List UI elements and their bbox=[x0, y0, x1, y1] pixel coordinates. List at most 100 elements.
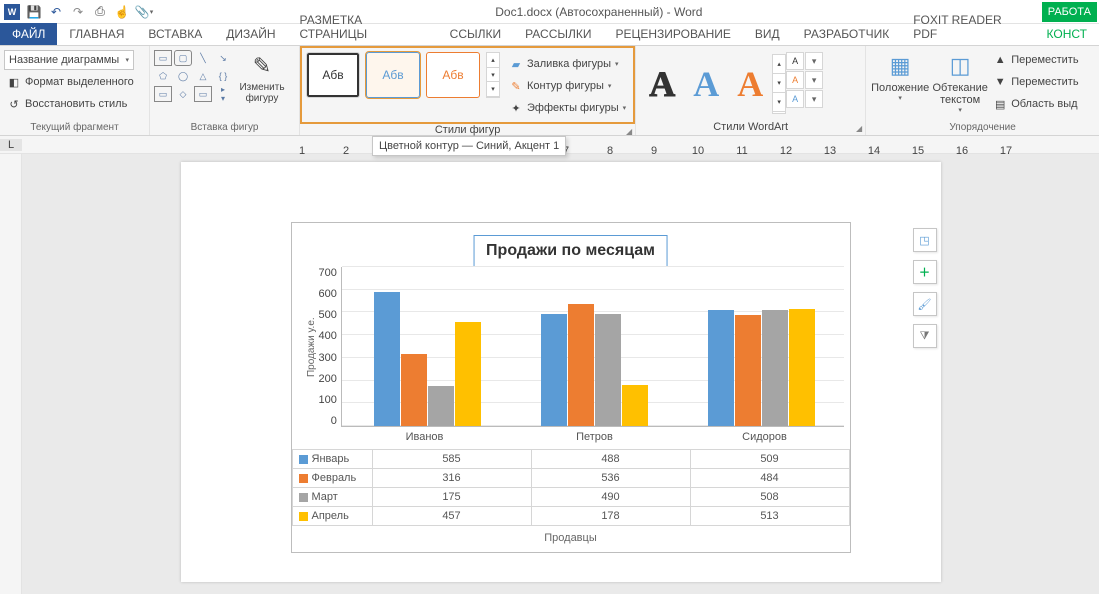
quick-access-toolbar: W 💾 ↶ ↷ ⎙ ☝ 📎▾ bbox=[0, 4, 156, 20]
legend-swatch bbox=[299, 455, 308, 464]
ribbon-tabs: ФАЙЛ ГЛАВНАЯ ВСТАВКА ДИЗАЙН РАЗМЕТКА СТР… bbox=[0, 24, 1099, 46]
send-backward-icon: ▼ bbox=[993, 75, 1007, 89]
chart-styles-button[interactable]: 🖌 bbox=[913, 292, 937, 316]
layout-options-button[interactable]: ◳ bbox=[913, 228, 937, 252]
group-wordart-styles: A A A ▴▾▾ A▾ A▾ A▾ Стили WordArt◢ bbox=[636, 46, 866, 135]
tab-home[interactable]: ГЛАВНАЯ bbox=[57, 23, 136, 45]
chart-element-selector[interactable]: Название диаграммы▾ bbox=[4, 50, 134, 70]
group-insert-shapes: ▭▢╲↘ ⬠◯△{ } ▭◇▭▸▾ ✎ Изменить фигуру Вста… bbox=[150, 46, 300, 135]
group-label: Вставка фигур bbox=[150, 122, 299, 135]
page-area[interactable]: Продажи по месяцам Продажи у.е. 70060050… bbox=[22, 154, 1099, 594]
text-effects-icon[interactable]: A bbox=[786, 90, 804, 108]
shape-gallery[interactable]: ▭▢╲↘ ⬠◯△{ } ▭◇▭▸▾ bbox=[154, 48, 232, 102]
shape-style-preset-3[interactable]: Абв bbox=[426, 52, 480, 98]
text-fill-icon[interactable]: A bbox=[786, 52, 804, 70]
dialog-launcher-icon[interactable]: ◢ bbox=[626, 127, 632, 136]
format-selection-icon: ◧ bbox=[7, 75, 21, 89]
brush-icon: 🖌 bbox=[918, 298, 932, 311]
selector-value: Название диаграммы bbox=[9, 54, 119, 66]
selection-pane-icon: ▤ bbox=[993, 97, 1007, 111]
shape-style-preset-2[interactable]: Абв bbox=[366, 52, 420, 98]
shape-effects-button[interactable]: ✦Эффекты фигуры▾ bbox=[506, 98, 629, 118]
redo-icon[interactable]: ↷ bbox=[70, 4, 86, 20]
chart-object[interactable]: Продажи по месяцам Продажи у.е. 70060050… bbox=[291, 222, 851, 553]
ribbon: Название диаграммы▾ ◧ Формат выделенного… bbox=[0, 46, 1099, 136]
legend-swatch bbox=[299, 512, 308, 521]
change-shape-button[interactable]: ✎ Изменить фигуру bbox=[232, 48, 292, 106]
x-axis-labels: ИвановПетровСидоров bbox=[340, 427, 850, 447]
bar bbox=[541, 314, 567, 426]
chart-filters-button[interactable]: ⧩ bbox=[913, 324, 937, 348]
attach-icon[interactable]: 📎▾ bbox=[136, 4, 152, 20]
shape-fill-icon: ▰ bbox=[509, 57, 523, 71]
change-shape-icon: ✎ bbox=[246, 50, 278, 82]
bar bbox=[595, 314, 621, 426]
plot-area bbox=[341, 267, 844, 427]
word-app-icon: W bbox=[4, 4, 20, 20]
horizontal-ruler[interactable]: L Цветной контур — Синий, Акцент 1 12345… bbox=[0, 136, 1099, 154]
shape-outline-button[interactable]: ✎Контур фигуры▾ bbox=[506, 76, 629, 96]
wordart-preset-3[interactable]: A bbox=[728, 63, 772, 105]
format-selection-button[interactable]: ◧ Формат выделенного bbox=[4, 72, 145, 92]
chart-title[interactable]: Продажи по месяцам bbox=[473, 235, 668, 267]
layout-options-icon: ◳ bbox=[919, 234, 929, 247]
style-gallery-scroll[interactable]: ▴▾▾ bbox=[486, 52, 500, 98]
document-page: Продажи по месяцам Продажи у.е. 70060050… bbox=[181, 162, 941, 582]
bring-forward-icon: ▲ bbox=[993, 53, 1007, 67]
dialog-launcher-icon[interactable]: ◢ bbox=[856, 124, 862, 133]
chart-elements-button[interactable]: ＋ bbox=[913, 260, 937, 284]
table-row: Апрель457178513 bbox=[292, 507, 849, 526]
table-row: Январь585488509 bbox=[292, 450, 849, 469]
group-current-fragment: Название диаграммы▾ ◧ Формат выделенного… bbox=[0, 46, 150, 135]
tab-mailings[interactable]: РАССЫЛКИ bbox=[513, 23, 603, 45]
tab-foxit[interactable]: FOXIT READER PDF bbox=[901, 9, 1034, 45]
bar bbox=[568, 304, 594, 427]
plus-icon: ＋ bbox=[919, 264, 930, 280]
shape-effects-icon: ✦ bbox=[509, 101, 523, 115]
reset-style-button[interactable]: ↺ Восстановить стиль bbox=[4, 94, 145, 114]
tab-layout[interactable]: РАЗМЕТКА СТРАНИЦЫ bbox=[288, 9, 438, 45]
tab-developer[interactable]: РАЗРАБОТЧИК bbox=[792, 23, 902, 45]
wordart-gallery-scroll[interactable]: ▴▾▾ bbox=[772, 54, 786, 114]
wordart-preset-2[interactable]: A bbox=[684, 63, 728, 105]
group-label: Текущий фрагмент bbox=[0, 122, 149, 135]
tab-insert[interactable]: ВСТАВКА bbox=[136, 23, 214, 45]
text-outline-icon[interactable]: A bbox=[786, 71, 804, 89]
tab-view[interactable]: ВИД bbox=[743, 23, 792, 45]
x-axis-title: Продавцы bbox=[292, 526, 850, 552]
send-backward-button[interactable]: ▼Переместить bbox=[990, 72, 1081, 92]
group-label: Стили WordArt◢ bbox=[636, 121, 865, 135]
vertical-ruler[interactable] bbox=[0, 154, 22, 594]
tab-file[interactable]: ФАЙЛ bbox=[0, 23, 57, 45]
bar bbox=[735, 315, 761, 426]
shape-fill-button[interactable]: ▰Заливка фигуры▾ bbox=[506, 54, 629, 74]
position-button[interactable]: ▦ Положение▾ bbox=[870, 48, 930, 104]
quick-print-icon[interactable]: ⎙ bbox=[92, 4, 108, 20]
touch-mode-icon[interactable]: ☝ bbox=[114, 4, 130, 20]
bar-group bbox=[352, 292, 502, 426]
save-icon[interactable]: 💾 bbox=[26, 4, 42, 20]
tab-references[interactable]: ССЫЛКИ bbox=[438, 23, 513, 45]
undo-icon[interactable]: ↶ bbox=[48, 4, 64, 20]
bar-group bbox=[686, 309, 836, 426]
wrap-text-button[interactable]: ◫ Обтекание текстом▾ bbox=[930, 48, 990, 116]
wordart-mini-controls[interactable]: A▾ A▾ A▾ bbox=[786, 52, 823, 108]
bar-group bbox=[519, 304, 669, 427]
tab-context[interactable]: КОНСТ bbox=[1035, 23, 1099, 45]
group-arrange: ▦ Положение▾ ◫ Обтекание текстом▾ ▲Перем… bbox=[866, 46, 1099, 135]
tab-design[interactable]: ДИЗАЙН bbox=[214, 23, 287, 45]
chart-data-table: Январь585488509Февраль316536484Март17549… bbox=[292, 449, 850, 526]
wordart-preset-1[interactable]: A bbox=[640, 63, 684, 105]
bring-forward-button[interactable]: ▲Переместить bbox=[990, 50, 1081, 70]
bar bbox=[789, 309, 815, 426]
selection-pane-button[interactable]: ▤Область выд bbox=[990, 94, 1081, 114]
shape-outline-icon: ✎ bbox=[509, 79, 523, 93]
table-row: Март175490508 bbox=[292, 488, 849, 507]
context-badge: РАБОТА bbox=[1042, 2, 1097, 22]
bar bbox=[401, 354, 427, 426]
tab-review[interactable]: РЕЦЕНЗИРОВАНИЕ bbox=[604, 23, 743, 45]
bar bbox=[374, 292, 400, 426]
shape-style-preset-1[interactable]: Абв bbox=[306, 52, 360, 98]
y-axis-label: Продажи у.е. bbox=[304, 267, 319, 427]
position-icon: ▦ bbox=[884, 50, 916, 82]
